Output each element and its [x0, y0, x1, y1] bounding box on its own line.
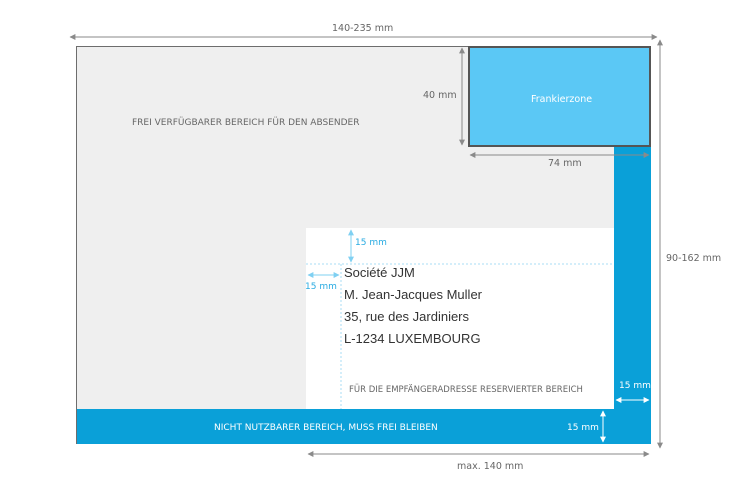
stamp-zone-label: Frankierzone	[531, 94, 593, 105]
address-left-margin-label: 15 mm	[305, 282, 337, 292]
stamp-height-label: 40 mm	[423, 90, 457, 101]
address-top-margin-label: 15 mm	[355, 238, 387, 248]
address-line-4: L-1234 LUXEMBOURG	[344, 331, 481, 346]
address-line-2: M. Jean-Jacques Muller	[344, 287, 482, 302]
max-width-label: max. 140 mm	[457, 461, 524, 472]
sender-area-label: FREI VERFÜGBARER BEREICH FÜR DEN ABSENDE…	[132, 118, 360, 128]
width-dimension-label: 140-235 mm	[332, 23, 394, 34]
address-line-1: Société JJM	[344, 265, 415, 280]
stamp-width-label: 74 mm	[548, 158, 582, 169]
unusable-area-label: NICHT NUTZBARER BEREICH, MUSS FREI BLEIB…	[214, 423, 438, 433]
recipient-area-label: FÜR DIE EMPFÄNGERADRESSE RESERVIERTER BE…	[349, 385, 583, 395]
right-margin-label: 15 mm	[619, 381, 651, 391]
bottom-margin-label: 15 mm	[567, 423, 599, 433]
height-dimension-label: 90-162 mm	[666, 253, 722, 264]
address-line-3: 35, rue des Jardiniers	[344, 309, 470, 324]
